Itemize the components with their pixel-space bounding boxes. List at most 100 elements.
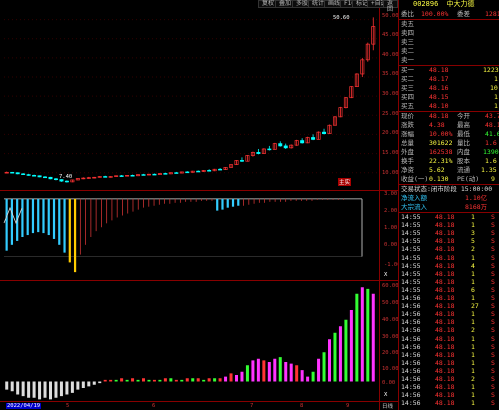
tick-row[interactable]: 14:55 48.18 1 S	[399, 254, 499, 262]
tick-volume: 2	[471, 375, 475, 383]
flow-label: 净流入额	[401, 194, 427, 202]
tick-time: 14:56	[401, 358, 421, 367]
tick-row[interactable]: 14:55 48.18 1 S	[399, 213, 499, 221]
candlestick-series	[4, 17, 376, 183]
tick-side: S	[491, 213, 495, 221]
tick-row[interactable]: 14:55 48.18 3 S	[399, 229, 499, 237]
low-price-label: 7.40	[59, 174, 73, 180]
tick-volume: 1	[471, 399, 475, 408]
tick-price: 48.18	[435, 326, 455, 335]
price-tick: 20.00	[382, 130, 399, 136]
tick-time: 14:55	[401, 229, 421, 238]
quote-label: 流通	[457, 166, 470, 174]
cursor-date: 2022/04/19	[6, 403, 42, 409]
tick-time: 14:55	[401, 261, 421, 270]
tick-row[interactable]: 14:55 48.18 1 S	[399, 270, 499, 278]
tick-side: S	[491, 285, 495, 294]
tick-row[interactable]: 14:56 48.18 1 S	[399, 399, 499, 407]
quote-row: 外盘 162538 内盘 13908	[399, 148, 499, 157]
tick-side: S	[491, 358, 495, 367]
tick-row[interactable]: 14:56 48.18 1 S	[399, 310, 499, 318]
tick-volume: 1	[471, 253, 475, 262]
quote-row: 现价 48.18 今开 43.7	[399, 112, 499, 121]
candle	[10, 171, 15, 174]
tick-row[interactable]: 14:56 48.18 1 S	[399, 343, 499, 351]
bid-row[interactable]: 买二 48.17 1	[399, 75, 499, 84]
tick-row[interactable]: 14:56 48.18 1 S	[399, 335, 499, 343]
vol-tick: 20.00	[382, 350, 399, 356]
bid-row[interactable]: 买五 48.10 1	[399, 102, 499, 111]
ask-row[interactable]: 卖二	[399, 47, 499, 56]
candle-body	[174, 172, 179, 174]
tick-row[interactable]: 14:56 48.18 1 S	[399, 351, 499, 359]
candle	[338, 106, 343, 118]
tick-row[interactable]: 14:56 48.18 1 S	[399, 391, 499, 399]
tick-side: S	[491, 326, 495, 335]
quote-value: 22.31%	[429, 157, 453, 165]
tick-row[interactable]: 14:55 48.18 1 S	[399, 221, 499, 229]
bid-label: 买四	[401, 93, 414, 101]
tick-row[interactable]: 14:55 48.18 1 S	[399, 278, 499, 286]
candle-body	[322, 131, 327, 135]
tick-price: 48.18	[435, 221, 455, 230]
candle	[108, 176, 113, 178]
bid-label: 买二	[401, 75, 414, 83]
quote-label: 外盘	[401, 148, 414, 156]
bid-row[interactable]: 买四 48.15 1	[399, 93, 499, 102]
candle	[245, 155, 250, 162]
tick-row[interactable]: 14:55 48.18 4 S	[399, 262, 499, 270]
tick-row[interactable]: 14:56 48.18 2 S	[399, 326, 499, 334]
candle	[234, 160, 239, 166]
bid-row[interactable]: 买一 48.18 1223	[399, 66, 499, 75]
tick-price: 48.18	[435, 229, 455, 238]
tick-side: S	[491, 245, 495, 254]
tick-row[interactable]: 14:56 48.18 2 S	[399, 375, 499, 383]
candle	[283, 143, 288, 149]
tick-volume: 1	[471, 391, 475, 400]
chart-area[interactable]	[0, 8, 380, 410]
macd-tick: 2.00	[384, 208, 398, 214]
quote-label: 换手	[401, 157, 414, 165]
tick-price: 48.18	[435, 375, 455, 383]
toolbar-item-back[interactable]: 返回	[383, 0, 398, 13]
tick-row[interactable]: 14:55 48.18 5 S	[399, 237, 499, 245]
tick-row[interactable]: 14:56 48.18 1 S	[399, 294, 499, 302]
candle-body	[119, 175, 124, 177]
diff-value: 1281	[485, 10, 499, 18]
tick-volume: 1	[471, 342, 475, 351]
quote-value: 10.00%	[429, 130, 453, 138]
quote-value: 1.6	[485, 139, 497, 147]
panel-divider-2	[0, 280, 398, 281]
tick-row[interactable]: 14:56 48.18 27 S	[399, 302, 499, 310]
tick-side: S	[491, 269, 495, 278]
tick-volume: 1	[471, 221, 475, 230]
candle	[114, 175, 119, 177]
quote-value: 48.1	[485, 121, 499, 129]
tick-side: S	[491, 261, 495, 270]
ask-row[interactable]: 卖五	[399, 20, 499, 29]
tick-time: 14:55	[401, 269, 421, 278]
quote-value: 1.6	[485, 157, 497, 165]
ask-row[interactable]: 卖四	[399, 29, 499, 38]
candle-body	[32, 175, 37, 177]
candle	[130, 174, 135, 177]
candle	[267, 145, 272, 151]
candle	[218, 168, 223, 171]
candle	[157, 173, 162, 175]
tick-row[interactable]: 14:56 48.18 1 S	[399, 318, 499, 326]
volume-series	[5, 287, 375, 400]
tick-row[interactable]: 14:56 48.18 1 S	[399, 367, 499, 375]
tick-row[interactable]: 14:56 48.18 1 S	[399, 383, 499, 391]
candle-body	[185, 171, 190, 174]
order-ratio-row: 委比 100.00% 委差 1281	[399, 10, 499, 19]
tick-row[interactable]: 14:55 48.18 6 S	[399, 286, 499, 294]
tick-row[interactable]: 14:56 48.18 1 S	[399, 359, 499, 367]
candle-body	[239, 160, 244, 162]
bid-row[interactable]: 买三 48.16 10	[399, 84, 499, 93]
ask-row[interactable]: 卖三	[399, 38, 499, 47]
tick-price: 48.18	[435, 213, 455, 221]
tick-row[interactable]: 14:55 48.18 2 S	[399, 245, 499, 253]
candle-body	[21, 173, 26, 175]
ask-row[interactable]: 卖一	[399, 56, 499, 65]
candle	[86, 176, 91, 179]
